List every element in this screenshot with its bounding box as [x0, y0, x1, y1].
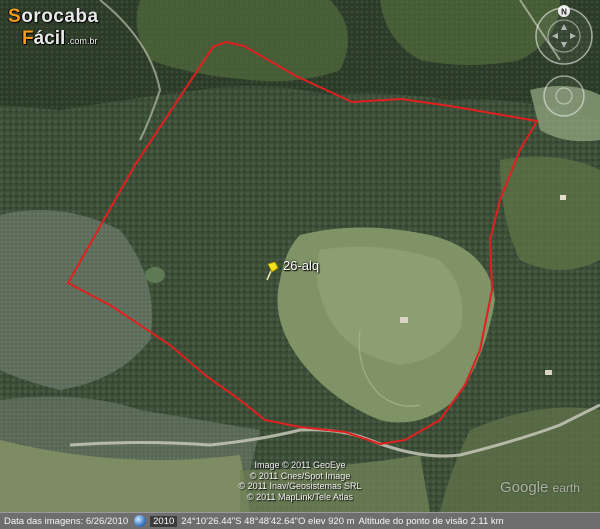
navigation-controls[interactable]: N	[532, 4, 596, 126]
pushpin-icon[interactable]	[263, 261, 279, 281]
imagery-attribution: Image © 2011 GeoEye © 2011 Cnes/Spot Ima…	[238, 460, 362, 502]
status-bar: Data das imagens: 6/26/2010 2010 24°10'2…	[0, 512, 600, 529]
north-indicator: N	[561, 8, 567, 17]
historical-imagery-icon[interactable]	[134, 515, 147, 527]
imagery-year[interactable]: 2010	[150, 515, 178, 527]
sorocaba-facil-logo: Sorocaba Fácil .com.br	[8, 6, 99, 49]
placemark-label[interactable]: 26-alq	[283, 258, 319, 273]
google-earth-watermark: Google earth	[500, 479, 580, 496]
satellite-imagery	[0, 0, 600, 512]
compass-look-control[interactable]: N	[535, 5, 593, 65]
imagery-date: Data das imagens: 6/26/2010	[4, 515, 129, 527]
move-control[interactable]	[543, 75, 585, 117]
cursor-coordinates: 24°10'26.44"S 48°48'42.64"O elev 920 m	[181, 515, 355, 527]
eye-altitude: Altitude do ponto de visão 2.11 km	[358, 515, 504, 527]
map-viewport[interactable]: Sorocaba Fácil .com.br 26-alq Image © 201…	[0, 0, 600, 512]
